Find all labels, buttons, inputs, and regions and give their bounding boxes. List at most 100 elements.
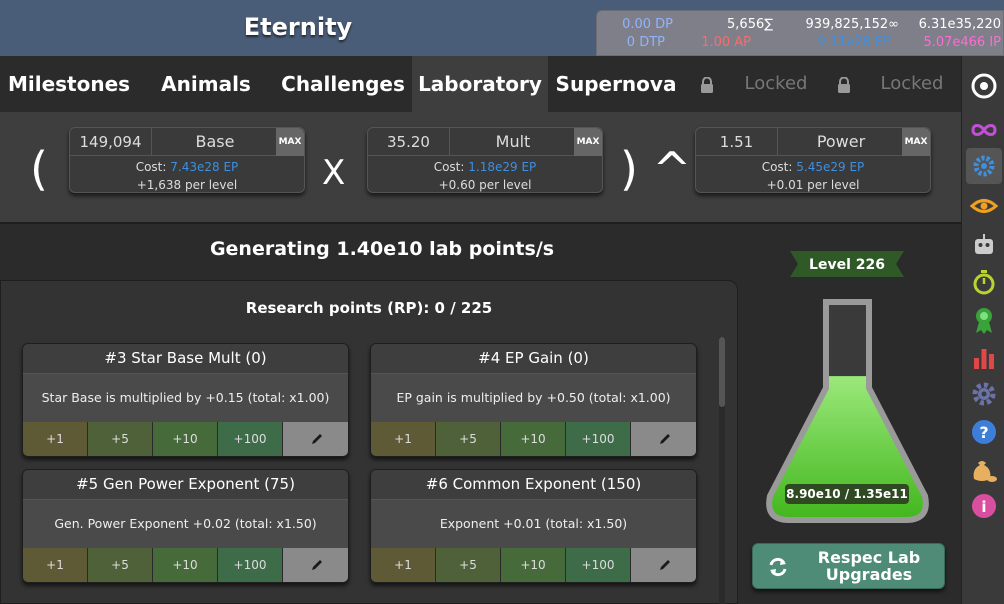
upgrade-title: #4 EP Gain (0)	[371, 344, 696, 374]
info-icon[interactable]: i	[966, 488, 1002, 524]
buy-100-button[interactable]: +100	[218, 422, 283, 456]
sidebar: ? i	[961, 56, 1004, 604]
buy-100-button[interactable]: +100	[566, 548, 631, 582]
flask-progress-text: 8.90e10 / 1.35e11	[785, 484, 909, 504]
upgrade-card-3: #3 Star Base Mult (0) Star Base is multi…	[22, 343, 349, 457]
sigma-value: 5,656∑	[727, 17, 773, 32]
base-max-button[interactable]: MAX	[276, 128, 304, 156]
level-text: Level 226	[809, 257, 885, 273]
ep-value: 9.11e28 EP	[817, 35, 891, 50]
buy-10-button[interactable]: +10	[153, 422, 218, 456]
dp-value: 0.00 DP	[622, 17, 673, 32]
tab-bar: Milestones Animals Challenges Laboratory…	[0, 56, 961, 112]
upgrade-desc: Gen. Power Exponent +0.02 (total: x1.50)	[23, 500, 348, 548]
power-card: 1.51 Power MAX Cost: 5.45e29 EP +0.01 pe…	[695, 127, 931, 193]
buy-5-button[interactable]: +5	[436, 548, 501, 582]
settings-icon[interactable]	[966, 376, 1002, 412]
buy-5-button[interactable]: +5	[436, 422, 501, 456]
power-cost: Cost: 5.45e29 EP	[761, 160, 865, 174]
pencil-icon[interactable]	[631, 548, 696, 582]
close-paren-power: ) ^	[620, 142, 692, 196]
base-card: 149,094 Base MAX Cost: 7.43e28 EP +1,638…	[69, 127, 305, 193]
svg-text:i: i	[981, 498, 986, 516]
open-paren: (	[30, 142, 48, 196]
bar-chart-icon[interactable]	[966, 340, 1002, 376]
help-icon[interactable]: ?	[966, 414, 1002, 450]
base-per-level: +1,638 per level	[136, 178, 238, 192]
upgrade-card-5: #5 Gen Power Exponent (75) Gen. Power Ex…	[22, 469, 349, 583]
respec-button[interactable]: Respec Lab Upgrades	[752, 543, 945, 589]
upgrade-desc: Exponent +0.01 (total: x1.50)	[371, 500, 696, 548]
tab-challenges[interactable]: Challenges	[274, 56, 412, 112]
pencil-icon[interactable]	[283, 422, 348, 456]
infinity-value: 939,825,152∞	[805, 17, 899, 32]
money-bag-icon[interactable]	[966, 452, 1002, 488]
power-per-level: +0.01 per level	[766, 178, 860, 192]
mult-card: 35.20 Mult MAX Cost: 1.18e29 EP +0.60 pe…	[367, 127, 603, 193]
buy-1-button[interactable]: +1	[371, 548, 436, 582]
power-max-button[interactable]: MAX	[902, 128, 930, 156]
research-panel: Research points (RP): 0 / 225 #3 Star Ba…	[0, 280, 738, 604]
buy-10-button[interactable]: +10	[153, 548, 218, 582]
lock-icon	[701, 77, 713, 93]
buy-1-button[interactable]: +1	[371, 422, 436, 456]
pencil-icon[interactable]	[631, 422, 696, 456]
mult-max-button[interactable]: MAX	[574, 128, 602, 156]
buy-100-button[interactable]: +100	[566, 422, 631, 456]
eye-icon[interactable]	[966, 188, 1002, 224]
infinity-icon[interactable]	[966, 112, 1002, 148]
generating-text: Generating 1.40e10 lab points/s	[209, 238, 555, 260]
base-cost: Cost: 7.43e28 EP	[135, 160, 239, 174]
buy-5-button[interactable]: +5	[88, 422, 153, 456]
lock-icon	[838, 77, 850, 93]
mult-label: Mult	[495, 132, 531, 151]
upgrade-card-6: #6 Common Exponent (150) Exponent +0.01 …	[370, 469, 697, 583]
buy-10-button[interactable]: +10	[501, 422, 566, 456]
app-title: Eternity	[243, 13, 353, 41]
robot-icon[interactable]	[966, 226, 1002, 262]
upgrade-desc: EP gain is multiplied by +0.50 (total: x…	[371, 374, 696, 422]
gear-cluster-icon[interactable]	[966, 148, 1002, 184]
buy-5-button[interactable]: +5	[88, 548, 153, 582]
formula-bar: ( 149,094 Base MAX Cost: 7.43e28 EP +1,6…	[0, 112, 961, 224]
mult-value: 35.20	[368, 128, 450, 156]
mult-cost: Cost: 1.18e29 EP	[433, 160, 537, 174]
top-right-value: 6.31e35,220	[918, 17, 1001, 32]
buy-100-button[interactable]: +100	[218, 548, 283, 582]
buy-10-button[interactable]: +10	[501, 548, 566, 582]
ap-value: 1.00 AP	[701, 35, 751, 50]
base-label: Base	[195, 132, 235, 151]
tab-supernova[interactable]: Supernova	[548, 56, 684, 112]
currency-panel: 0.00 DP 0 DTP 5,656∑ 1.00 AP 939,825,152…	[596, 10, 1004, 56]
upgrade-title: #6 Common Exponent (150)	[371, 470, 696, 500]
buy-1-button[interactable]: +1	[23, 548, 88, 582]
mult-per-level: +0.60 per level	[438, 178, 532, 192]
tab-locked-1: Locked	[744, 73, 808, 94]
times-symbol: X	[322, 153, 346, 193]
stopwatch-icon[interactable]	[966, 264, 1002, 300]
tab-laboratory[interactable]: Laboratory	[412, 56, 548, 112]
level-banner: Level 226	[790, 251, 904, 277]
power-label: Power	[816, 132, 866, 151]
buy-1-button[interactable]: +1	[23, 422, 88, 456]
tab-animals[interactable]: Animals	[138, 56, 274, 112]
scrollbar-thumb[interactable]	[719, 337, 725, 407]
pencil-icon[interactable]	[283, 548, 348, 582]
dtp-value: 0 DTP	[626, 35, 665, 50]
target-icon[interactable]	[966, 68, 1002, 104]
upgrade-title: #5 Gen Power Exponent (75)	[23, 470, 348, 500]
svg-text:?: ?	[979, 423, 988, 442]
upgrade-card-4: #4 EP Gain (0) EP gain is multiplied by …	[370, 343, 697, 457]
header: Eternity 0.00 DP 0 DTP 5,656∑ 1.00 AP 93…	[0, 0, 1004, 56]
tab-locked-2: Locked	[880, 73, 944, 94]
upgrade-title: #3 Star Base Mult (0)	[23, 344, 348, 374]
power-value: 1.51	[696, 128, 778, 156]
refresh-icon	[769, 557, 787, 577]
upgrade-desc: Star Base is multiplied by +0.15 (total:…	[23, 374, 348, 422]
tab-milestones[interactable]: Milestones	[0, 56, 138, 112]
research-points-text: Research points (RP): 0 / 225	[245, 299, 493, 317]
ribbon-icon[interactable]	[966, 302, 1002, 338]
ip-value: 5.07e466 IP	[923, 35, 1001, 50]
scrollbar[interactable]	[719, 337, 725, 604]
respec-label: Respec Lab Upgrades	[817, 548, 921, 584]
